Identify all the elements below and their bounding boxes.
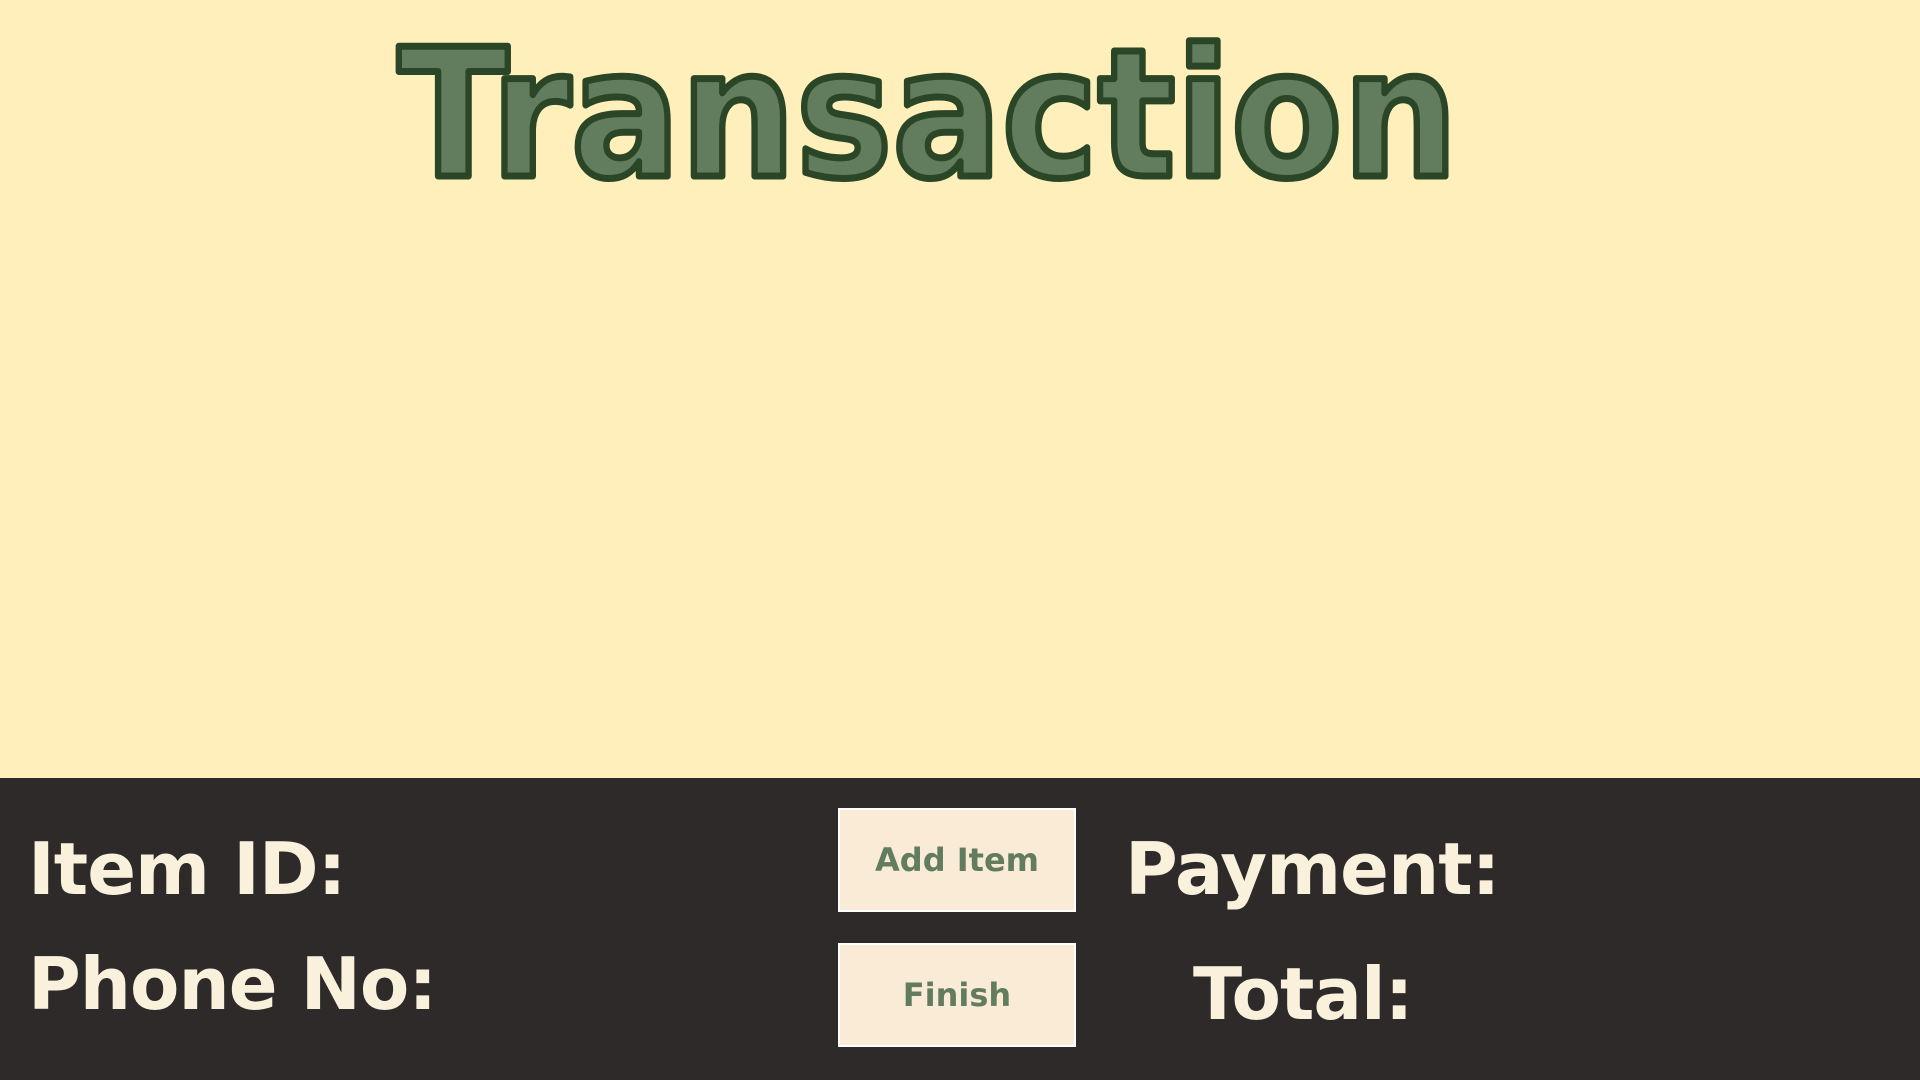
title-banner: Transaction (0, 0, 1920, 201)
payment-label: Payment: (1125, 827, 1500, 911)
phone-no-label: Phone No: (28, 942, 437, 1026)
finish-button[interactable]: Finish (838, 943, 1076, 1047)
transaction-form-panel: Item ID: Phone No: Add Item Finish Payme… (0, 778, 1920, 1080)
total-label: Total: (1193, 952, 1413, 1036)
page-title: Transaction (398, 11, 1458, 200)
item-id-label: Item ID: (28, 827, 346, 911)
add-item-button[interactable]: Add Item (838, 808, 1076, 912)
title-svg: Transaction (395, 8, 1462, 201)
transaction-screen: Transaction Item ID: Phone No: Add Item … (0, 0, 1920, 1080)
